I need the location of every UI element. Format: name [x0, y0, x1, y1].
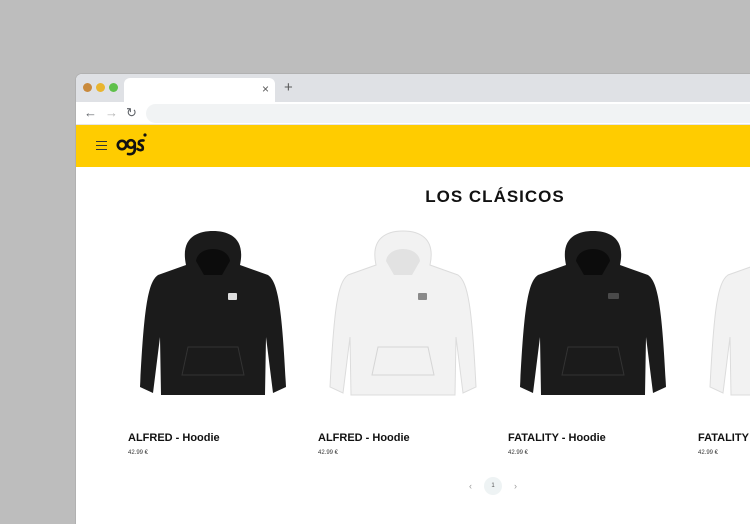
minimize-window-button[interactable] — [96, 83, 105, 92]
product-card[interactable]: FATALITY - Hoodie 42.99 € — [698, 227, 750, 456]
product-price: 42.99 € — [508, 450, 529, 456]
page-title: LOS CLÁSICOS — [425, 187, 565, 206]
product-name[interactable]: ALFRED - Hoodie — [128, 432, 220, 444]
reload-button[interactable]: ↻ — [126, 105, 137, 121]
current-page-button[interactable]: 1 — [484, 477, 502, 495]
hoodie-image[interactable] — [508, 227, 678, 407]
brand-logo[interactable] — [116, 131, 148, 157]
product-price: 42.99 € — [318, 450, 339, 456]
product-price: 42.99 € — [128, 450, 149, 456]
browser-tab[interactable]: × — [124, 78, 275, 102]
forward-button[interactable]: → — [105, 105, 118, 121]
pagination: ‹ 1 › — [466, 477, 526, 497]
address-bar[interactable] — [146, 104, 750, 123]
back-button[interactable]: ← — [84, 105, 97, 121]
next-page-button[interactable]: › — [514, 481, 517, 491]
product-name[interactable]: ALFRED - Hoodie — [318, 432, 410, 444]
browser-window: × + ← → ↻ LOS CLÁSICOS ALFRED - Hoodie 4… — [76, 74, 750, 524]
tab-bar: × + — [76, 74, 750, 102]
product-name[interactable]: FATALITY - Hoodie — [698, 432, 750, 444]
close-tab-icon[interactable]: × — [262, 81, 269, 97]
product-price: 42.99 € — [698, 450, 719, 456]
hoodie-image[interactable] — [318, 227, 488, 407]
product-card[interactable]: ALFRED - Hoodie 42.99 € — [128, 227, 298, 456]
browser-toolbar: ← → ↻ — [76, 102, 750, 125]
new-tab-button[interactable]: + — [284, 79, 293, 97]
menu-icon[interactable] — [96, 141, 107, 153]
hoodie-image[interactable] — [128, 227, 298, 407]
site-header — [76, 125, 750, 167]
hoodie-image[interactable] — [698, 227, 750, 407]
maximize-window-button[interactable] — [109, 83, 118, 92]
previous-page-button[interactable]: ‹ — [469, 481, 472, 491]
close-window-button[interactable] — [83, 83, 92, 92]
product-card[interactable]: ALFRED - Hoodie 42.99 € — [318, 227, 488, 456]
product-name[interactable]: FATALITY - Hoodie — [508, 432, 606, 444]
product-listing: LOS CLÁSICOS ALFRED - Hoodie 42.99 € ALF… — [76, 167, 750, 524]
product-card[interactable]: FATALITY - Hoodie 42.99 € — [508, 227, 678, 456]
